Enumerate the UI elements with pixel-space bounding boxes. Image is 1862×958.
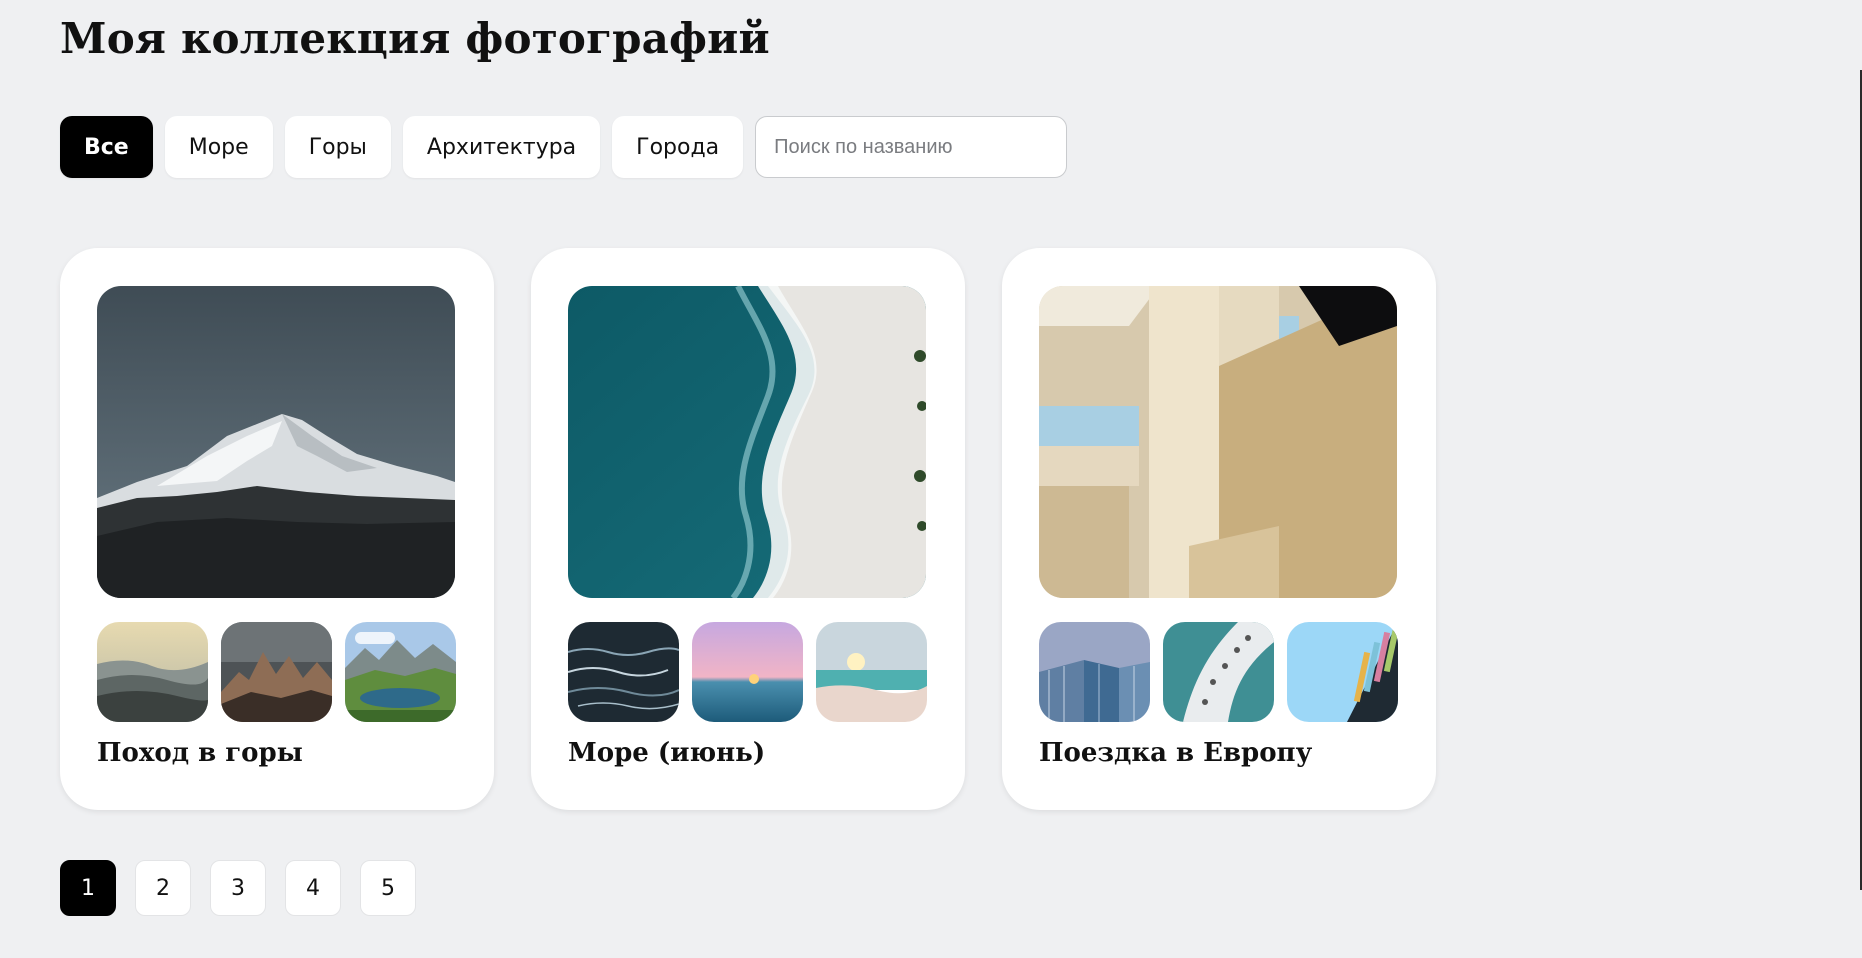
dark-water-ripples-photo[interactable]	[568, 622, 679, 722]
page-button-2[interactable]: 2	[135, 860, 191, 916]
thumbnail-row	[97, 622, 456, 722]
rocky-peaks-photo[interactable]	[221, 622, 332, 722]
page-button-3[interactable]: 3	[210, 860, 266, 916]
misty-hills-photo[interactable]	[97, 622, 208, 722]
sunny-beach-photo[interactable]	[816, 622, 927, 722]
page-button-1[interactable]: 1	[60, 860, 116, 916]
page-button-4[interactable]: 4	[285, 860, 341, 916]
album-title: Поездка в Европу	[1039, 738, 1313, 768]
page-title: Моя коллекция фотографий	[60, 14, 770, 63]
album-title: Поход в горы	[97, 738, 303, 768]
pagination: 1 2 3 4 5	[60, 860, 416, 916]
filter-chip-sea[interactable]: Море	[164, 116, 273, 178]
album-grid: Поход в горы Море (июнь) Поездка в Европ…	[60, 248, 1436, 810]
filter-bar: Все Море Горы Архитектура Города	[60, 116, 1068, 178]
snowy-mountain-photo[interactable]	[97, 286, 455, 598]
curved-tower-photo[interactable]	[1163, 622, 1274, 722]
colorful-facade-photo[interactable]	[1287, 622, 1398, 722]
filter-chip-cities[interactable]: Города	[612, 116, 744, 178]
album-card[interactable]: Поездка в Европу	[1002, 248, 1436, 810]
page-button-5[interactable]: 5	[360, 860, 416, 916]
album-card[interactable]: Море (июнь)	[531, 248, 965, 810]
filter-chip-all[interactable]: Все	[60, 116, 153, 178]
modern-architecture-photo[interactable]	[1039, 286, 1397, 598]
filter-chip-architecture[interactable]: Архитектура	[402, 116, 601, 178]
pink-sunset-sea-photo[interactable]	[692, 622, 803, 722]
thumbnail-row	[568, 622, 927, 722]
filter-chip-mountains[interactable]: Горы	[284, 116, 391, 178]
aerial-beach-waves-photo[interactable]	[568, 286, 926, 598]
search-input[interactable]	[755, 116, 1068, 178]
alpine-lake-photo[interactable]	[345, 622, 456, 722]
thumbnail-row	[1039, 622, 1398, 722]
album-card[interactable]: Поход в горы	[60, 248, 494, 810]
glass-building-photo[interactable]	[1039, 622, 1150, 722]
album-title: Море (июнь)	[568, 738, 766, 768]
